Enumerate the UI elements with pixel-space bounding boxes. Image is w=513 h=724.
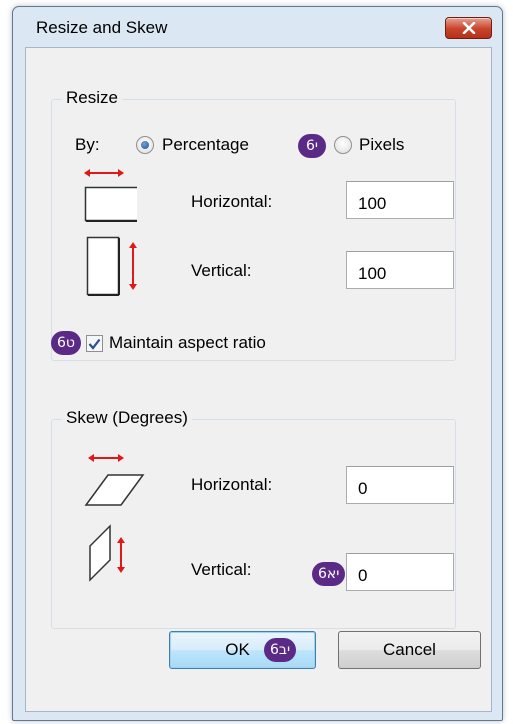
percentage-label[interactable]: Percentage [162,135,249,155]
resize-horizontal-input[interactable]: 100 [346,181,454,219]
dialog-client-area: Resize By: Percentage 6י Pixels Horizont… [25,47,492,712]
dialog-window: Resize and Skew Resize By: Percentage 6י… [12,6,503,721]
skew-horizontal-label: Horizontal: [191,475,273,494]
ok-label: OK [225,640,250,659]
cancel-label: Cancel [383,640,436,659]
resize-vertical-label: Vertical: [191,261,252,280]
skew-horizontal-input[interactable]: 0 [346,466,454,504]
maintain-aspect-checkbox[interactable] [86,335,103,352]
skew-horizontal-icon [84,454,145,506]
close-icon [462,22,475,34]
resize-vertical-input[interactable]: 100 [346,251,454,289]
skew-vertical-input[interactable]: 0 [346,553,454,591]
skew-vertical-icon [89,524,125,582]
resize-vertical-icon [86,236,137,296]
pixels-label[interactable]: Pixels [359,135,404,155]
cancel-button[interactable]: Cancel [338,631,481,669]
maintain-badge: 6ט [51,331,81,355]
dialog-title: Resize and Skew [36,18,168,37]
skew-legend: Skew (Degrees) [62,408,192,428]
resize-horizontal-icon [84,169,137,222]
resize-legend: Resize [62,88,122,108]
resize-horizontal-label: Horizontal: [191,192,273,211]
by-label: By: [75,135,100,154]
ok-badge: 6יב [264,638,297,662]
close-button[interactable] [445,17,492,39]
title-bar[interactable]: Resize and Skew [13,7,502,47]
skew-vertical-badge: 6יא [312,562,346,586]
pixels-badge: 6י [298,134,326,158]
checkmark-icon [88,338,101,350]
percentage-radio[interactable] [136,136,154,154]
pixels-radio[interactable] [334,136,352,154]
skew-vertical-label: Vertical: [191,560,252,579]
maintain-aspect-label[interactable]: Maintain aspect ratio [109,333,266,353]
